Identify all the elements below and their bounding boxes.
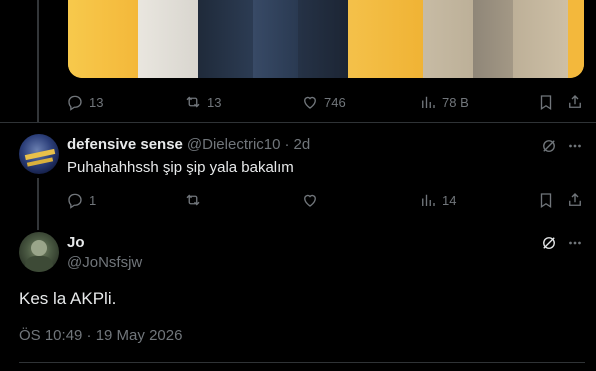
grok-button[interactable] [540, 234, 558, 257]
views-button[interactable]: 78 B [419, 92, 469, 112]
post-timestamp[interactable]: ÖS 10:49 · 19 May 2026 [19, 327, 182, 344]
display-name[interactable]: defensive sense [67, 136, 183, 153]
reply-action-bar: 1 14 [66, 190, 586, 210]
repost-icon [186, 96, 200, 108]
reply-icon [68, 95, 82, 111]
reply-icon [68, 193, 82, 209]
bookmark-icon [540, 95, 552, 111]
display-name[interactable]: Jo [67, 234, 85, 251]
repost-button[interactable] [184, 190, 202, 210]
user-handle[interactable]: @Dielectric10 [187, 136, 281, 153]
post-time[interactable]: 2d [294, 136, 311, 153]
repost-button[interactable]: 13 [184, 92, 221, 112]
views-button[interactable]: 14 [419, 190, 456, 210]
reply-text: Puhahahhssh şip şip yala bakalım [67, 159, 294, 176]
share-icon [569, 193, 581, 206]
post-divider [19, 362, 585, 363]
heart-icon [304, 96, 316, 109]
bookmark-icon [540, 193, 552, 209]
more-icon [569, 241, 581, 245]
like-button[interactable] [301, 190, 319, 210]
heart-icon [304, 194, 316, 207]
grok-icon [543, 237, 555, 249]
reply-button[interactable]: 1 [66, 190, 96, 210]
top-post-action-bar: 13 13 746 78 B [66, 92, 586, 112]
thread-connector [37, 178, 39, 230]
grok-button[interactable] [540, 137, 558, 160]
reply-count: 1 [89, 192, 97, 208]
like-count: 746 [324, 94, 346, 110]
repost-icon [186, 194, 200, 206]
user-handle[interactable]: @JoNsfsjw [67, 254, 142, 271]
reply-button[interactable]: 13 [66, 92, 103, 112]
post-divider [0, 122, 596, 123]
share-button[interactable] [566, 190, 584, 210]
share-button[interactable] [566, 92, 584, 112]
like-button[interactable]: 746 [301, 92, 346, 112]
reply-header: defensive sense @Dielectric10 · 2d [67, 136, 310, 153]
bookmark-button[interactable] [537, 190, 555, 210]
bookmark-button[interactable] [537, 92, 555, 112]
separator-dot: · [284, 136, 290, 153]
more-icon [569, 144, 581, 148]
avatar[interactable] [19, 134, 59, 174]
post-text: Kes la AKPli. [19, 289, 117, 308]
more-options-button[interactable] [566, 234, 584, 257]
more-options-button[interactable] [566, 137, 584, 160]
views-count: 14 [442, 192, 457, 208]
grok-icon [543, 140, 555, 152]
post-media-image[interactable] [68, 0, 584, 78]
analytics-icon [422, 194, 435, 206]
thread-connector [37, 0, 39, 122]
repost-count: 13 [207, 94, 222, 110]
views-count: 78 B [442, 94, 469, 110]
share-icon [569, 95, 581, 108]
analytics-icon [422, 96, 435, 108]
avatar[interactable] [19, 232, 59, 272]
reply-count: 13 [89, 94, 104, 110]
